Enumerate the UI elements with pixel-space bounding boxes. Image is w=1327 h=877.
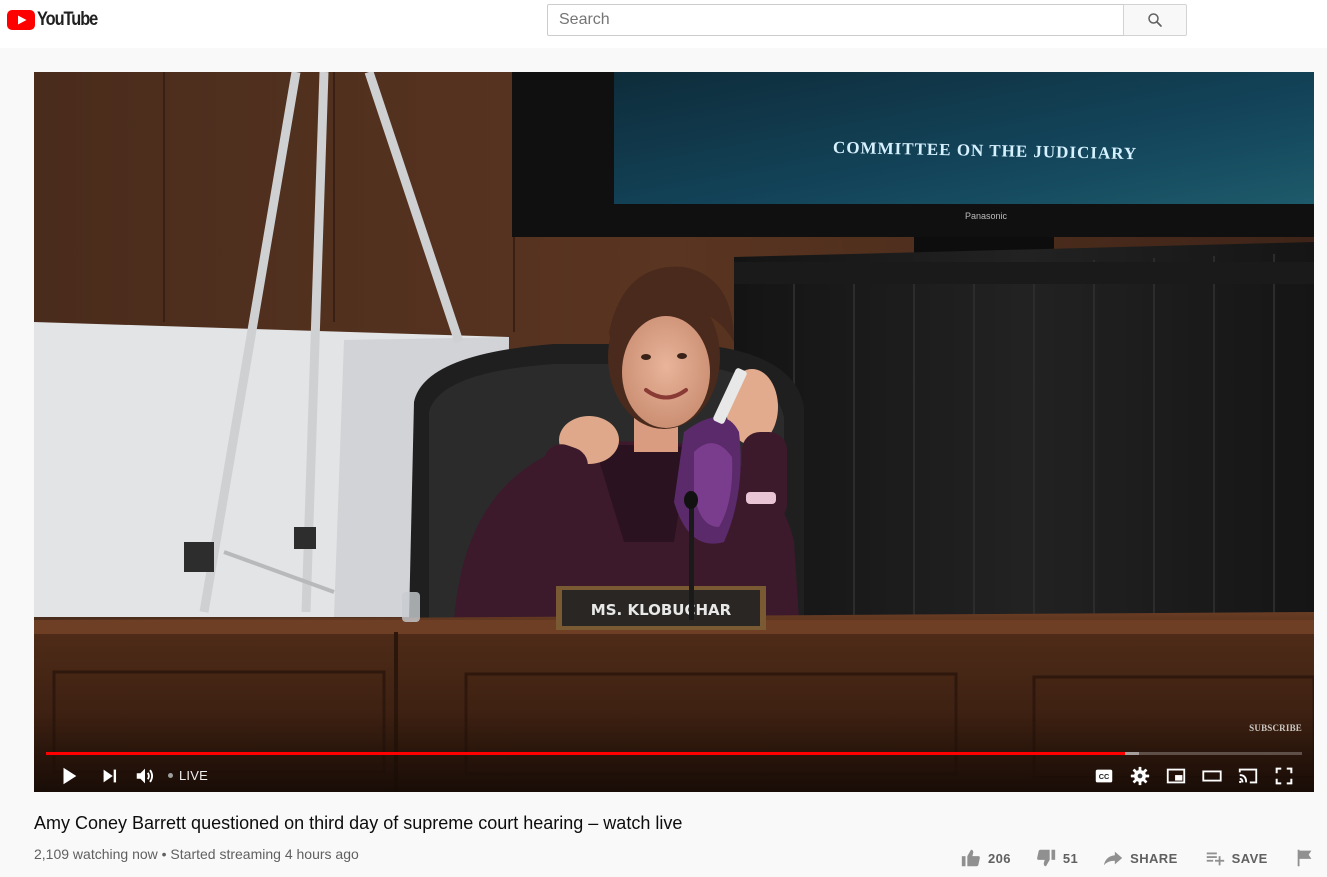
video-meta: 2,109 watching now • Started streaming 4… [34,846,359,862]
report-button[interactable] [1294,847,1316,869]
theater-mode-button[interactable] [1198,762,1226,790]
play-icon [63,767,77,785]
volume-button[interactable] [131,762,159,790]
nameplate-text: MS. KLOBUCHAR [591,601,732,619]
masthead: YouTube [0,0,1327,48]
settings-button[interactable] [1126,762,1154,790]
subscribe-watermark[interactable]: SUBSCRIBE [1249,723,1302,733]
search-button[interactable] [1123,4,1187,36]
search-icon [1148,13,1162,27]
cast-icon [1238,768,1258,784]
volume-icon [136,768,154,784]
captions-button[interactable]: CC [1090,762,1118,790]
add-to-playlist-icon [1206,852,1224,866]
progress-bar[interactable] [46,752,1302,755]
dislike-button[interactable]: 51 [1035,847,1078,869]
search-input[interactable] [547,4,1124,36]
cast-button[interactable] [1234,762,1262,790]
save-label: SAVE [1231,850,1268,866]
youtube-logo[interactable]: YouTube [7,9,107,31]
video-player[interactable]: COMMITTEE ON THE JUDICIARY Panasonic MS.… [34,72,1314,792]
logo-text: YouTube [37,9,98,30]
settings-icon [1130,766,1150,786]
flag-icon [1297,849,1312,867]
video-frame: COMMITTEE ON THE JUDICIARY Panasonic MS.… [34,72,1314,792]
live-badge[interactable]: LIVE [168,767,208,783]
youtube-play-logo-icon [7,10,35,30]
next-icon [103,769,117,783]
fullscreen-icon [1275,767,1293,785]
miniplayer-icon [1166,768,1186,784]
miniplayer-button[interactable] [1162,762,1190,790]
share-icon [1103,851,1123,866]
progress-played [46,752,1125,755]
like-button[interactable]: 206 [960,847,1011,869]
save-button[interactable]: SAVE [1204,847,1268,869]
thumbs-down-icon [1037,849,1056,867]
share-button[interactable]: SHARE [1102,847,1178,869]
play-button[interactable] [55,762,83,790]
theater-mode-icon [1202,770,1222,782]
fullscreen-button[interactable] [1270,762,1298,790]
live-label: LIVE [179,767,208,783]
video-title: Amy Coney Barrett questioned on third da… [34,813,683,833]
thumbs-up-icon [961,849,980,867]
captions-icon: CC [1095,769,1113,783]
dislike-count: 51 [1062,850,1079,866]
svg-text:CC: CC [1099,772,1110,781]
live-dot [168,772,173,778]
video-actions: 206 51 SHARE SAVE [960,846,1316,870]
next-button[interactable] [96,762,124,790]
like-count: 206 [988,850,1011,866]
tv-brand-text: Panasonic [965,211,1008,221]
share-label: SHARE [1130,850,1178,866]
player-controls: LIVE CC [34,758,1314,792]
